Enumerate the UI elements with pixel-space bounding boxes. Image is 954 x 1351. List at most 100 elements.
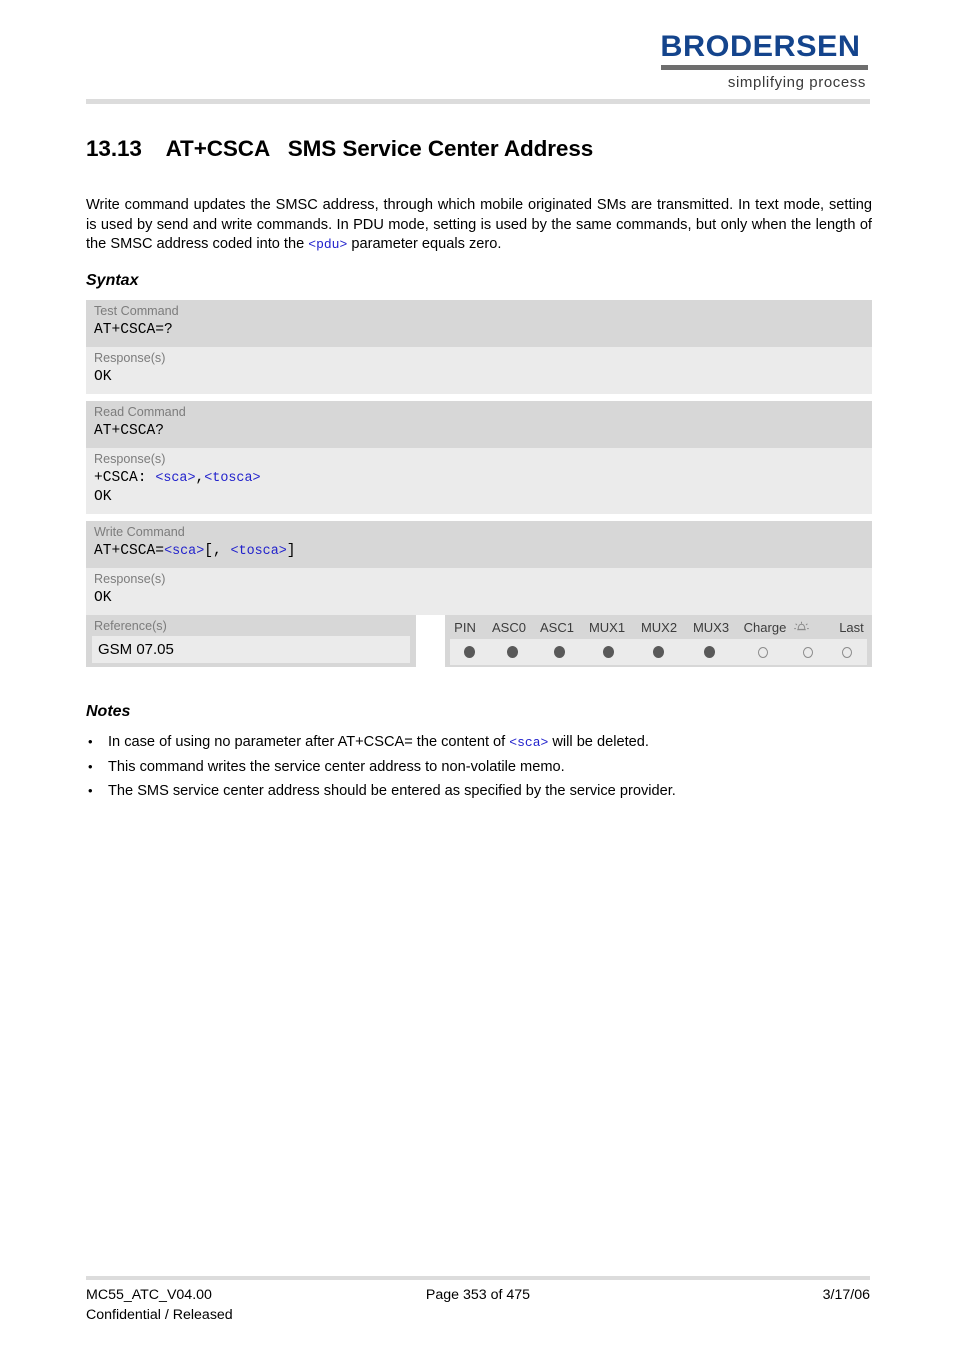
footer-separator-rule (86, 1276, 870, 1280)
reference-capability-row: Reference(s) GSM 07.05 PIN ASC0 ASC1 MUX… (86, 615, 872, 667)
capability-column-mux1: MUX1 (588, 620, 626, 635)
test-command-value: AT+CSCA=? (94, 322, 173, 338)
capability-column-pin: PIN (454, 620, 476, 635)
state-dot-filled (602, 646, 614, 658)
write-response-value: OK (94, 590, 112, 606)
note-text: The SMS service center address should be… (108, 783, 676, 799)
test-command-label: Test Command (94, 304, 179, 318)
note-item: • The SMS service center address should … (86, 779, 872, 803)
read-response-value: +CSCA: <sca>,<tosca> OK (86, 468, 872, 514)
write-response-row: Response(s) OK (86, 568, 872, 615)
write-command-label: Write Command (94, 525, 185, 539)
brodersen-logo: BRODERSEN simplifying process (653, 32, 868, 91)
footer-line-secondary: Confidential / Released (86, 1305, 870, 1325)
state-dot-filled (507, 646, 518, 658)
note-text-part2: will be deleted. (548, 734, 649, 750)
write-response-label: Response(s) (94, 572, 166, 586)
syntax-block-test: Test Command AT+CSCA=? Response(s) OK (86, 300, 872, 394)
syntax-block-read: Read Command AT+CSCA? Response(s) +CSCA:… (86, 401, 872, 514)
capability-state-alarm (790, 646, 827, 658)
capability-state-asc0 (489, 646, 536, 658)
state-dot-filled (553, 646, 565, 658)
test-response-row: Response(s) OK (86, 347, 872, 394)
logo-divider-bar (661, 65, 868, 70)
write-command-param-sca: <sca> (164, 544, 205, 559)
header-separator-rule (86, 99, 870, 104)
read-response-param-sca: <sca> (155, 471, 196, 486)
footer-line-primary: MC55_ATC_V04.00 Page 353 of 475 3/17/06 (86, 1285, 870, 1305)
test-response-label: Response(s) (94, 351, 166, 365)
note-item: • In case of using no parameter after AT… (86, 730, 872, 755)
write-command-row: Write Command AT+CSCA=<sca>[, <tosca>] (86, 521, 872, 568)
state-dot-filled (704, 646, 716, 658)
capability-state-mux3 (684, 646, 735, 658)
note-bullet: • (88, 759, 93, 774)
write-command-space (222, 543, 231, 559)
reference-value-panel: GSM 07.05 (92, 636, 410, 663)
alarm-icon (793, 619, 831, 636)
note-text: This command writes the service center a… (108, 759, 565, 775)
syntax-heading: Syntax (86, 272, 139, 289)
note-item: • This command writes the service center… (86, 755, 872, 779)
intro-paragraph: Write command updates the SMSC address, … (86, 196, 872, 255)
note-text: In case of using no parameter after AT+C… (108, 730, 872, 755)
note-bullet: • (88, 783, 93, 798)
page-footer: MC55_ATC_V04.00 Page 353 of 475 3/17/06 … (86, 1285, 870, 1325)
capability-state-charge (735, 646, 790, 658)
capability-column-asc1: ASC1 (540, 620, 574, 635)
read-command-label: Read Command (94, 405, 186, 419)
read-command-value: AT+CSCA? (94, 423, 165, 439)
read-response-ok: OK (94, 489, 112, 505)
note-param-sca: <sca> (509, 735, 549, 750)
capability-column-mux2: MUX2 (640, 620, 678, 635)
notes-heading: Notes (86, 703, 131, 720)
logo-tagline: simplifying process (727, 74, 866, 91)
capability-state-pin (450, 646, 489, 658)
read-response-param-tosca: <tosca> (204, 471, 261, 486)
page-title: 13.13 AT+CSCA SMS Service Center Address (86, 136, 594, 161)
document-page: BRODERSEN simplifying process 13.13 AT+C… (0, 0, 954, 1351)
state-dot-hollow (757, 646, 768, 658)
capability-state-mux1 (583, 646, 634, 658)
write-command-param-tosca: <tosca> (230, 544, 287, 559)
capability-column-charge: Charge (743, 620, 787, 635)
note-text-part1: In case of using no parameter after AT+C… (108, 734, 510, 750)
write-command-prefix: AT+CSCA= (94, 543, 165, 559)
write-command-bracket-close: ] (286, 543, 296, 559)
reference-box: Reference(s) GSM 07.05 (86, 615, 416, 667)
state-dot-filled (653, 646, 665, 658)
test-command-row: Test Command AT+CSCA=? (86, 300, 872, 347)
note-bullet: • (88, 734, 93, 749)
state-dot-hollow (841, 646, 852, 658)
capability-state-row (450, 639, 867, 665)
intro-param-pdu: <pdu> (308, 237, 348, 252)
write-command-value: AT+CSCA=<sca>[, <tosca>] (86, 541, 872, 568)
read-command-row: Read Command AT+CSCA? (86, 401, 872, 448)
capability-column-mux3: MUX3 (692, 620, 730, 635)
capability-header-row: PIN ASC0 ASC1 MUX1 MUX2 MUX3 Charge Last (445, 615, 872, 636)
logo-wordmark: BRODERSEN (660, 30, 861, 63)
read-response-row: Response(s) +CSCA: <sca>,<tosca> OK (86, 448, 872, 514)
read-response-prefix: +CSCA: (94, 470, 156, 486)
intro-text-part2: parameter equals zero. (347, 236, 502, 252)
write-command-bracket-open: [, (204, 543, 222, 559)
footer-date: 3/17/06 (822, 1287, 870, 1303)
capability-column-asc0: ASC0 (492, 620, 526, 635)
test-response-value: OK (94, 369, 112, 385)
capability-state-mux2 (634, 646, 685, 658)
read-response-separator: , (195, 470, 205, 486)
footer-classification: Confidential / Released (86, 1307, 233, 1323)
state-dot-hollow (803, 646, 814, 658)
syntax-block-write: Write Command AT+CSCA=<sca>[, <tosca>] R… (86, 521, 872, 615)
reference-value: GSM 07.05 (98, 641, 174, 658)
notes-list: • In case of using no parameter after AT… (86, 730, 872, 803)
reference-label: Reference(s) (94, 619, 167, 633)
capability-state-asc1 (536, 646, 583, 658)
capability-state-last (827, 646, 867, 658)
syntax-table: Test Command AT+CSCA=? Response(s) OK Re… (86, 300, 872, 622)
capability-column-last: Last (839, 620, 864, 635)
read-response-label: Response(s) (94, 452, 166, 466)
state-dot-filled (464, 646, 476, 658)
page-header: BRODERSEN simplifying process (0, 0, 954, 100)
capability-box: PIN ASC0 ASC1 MUX1 MUX2 MUX3 Charge Last (445, 615, 872, 667)
